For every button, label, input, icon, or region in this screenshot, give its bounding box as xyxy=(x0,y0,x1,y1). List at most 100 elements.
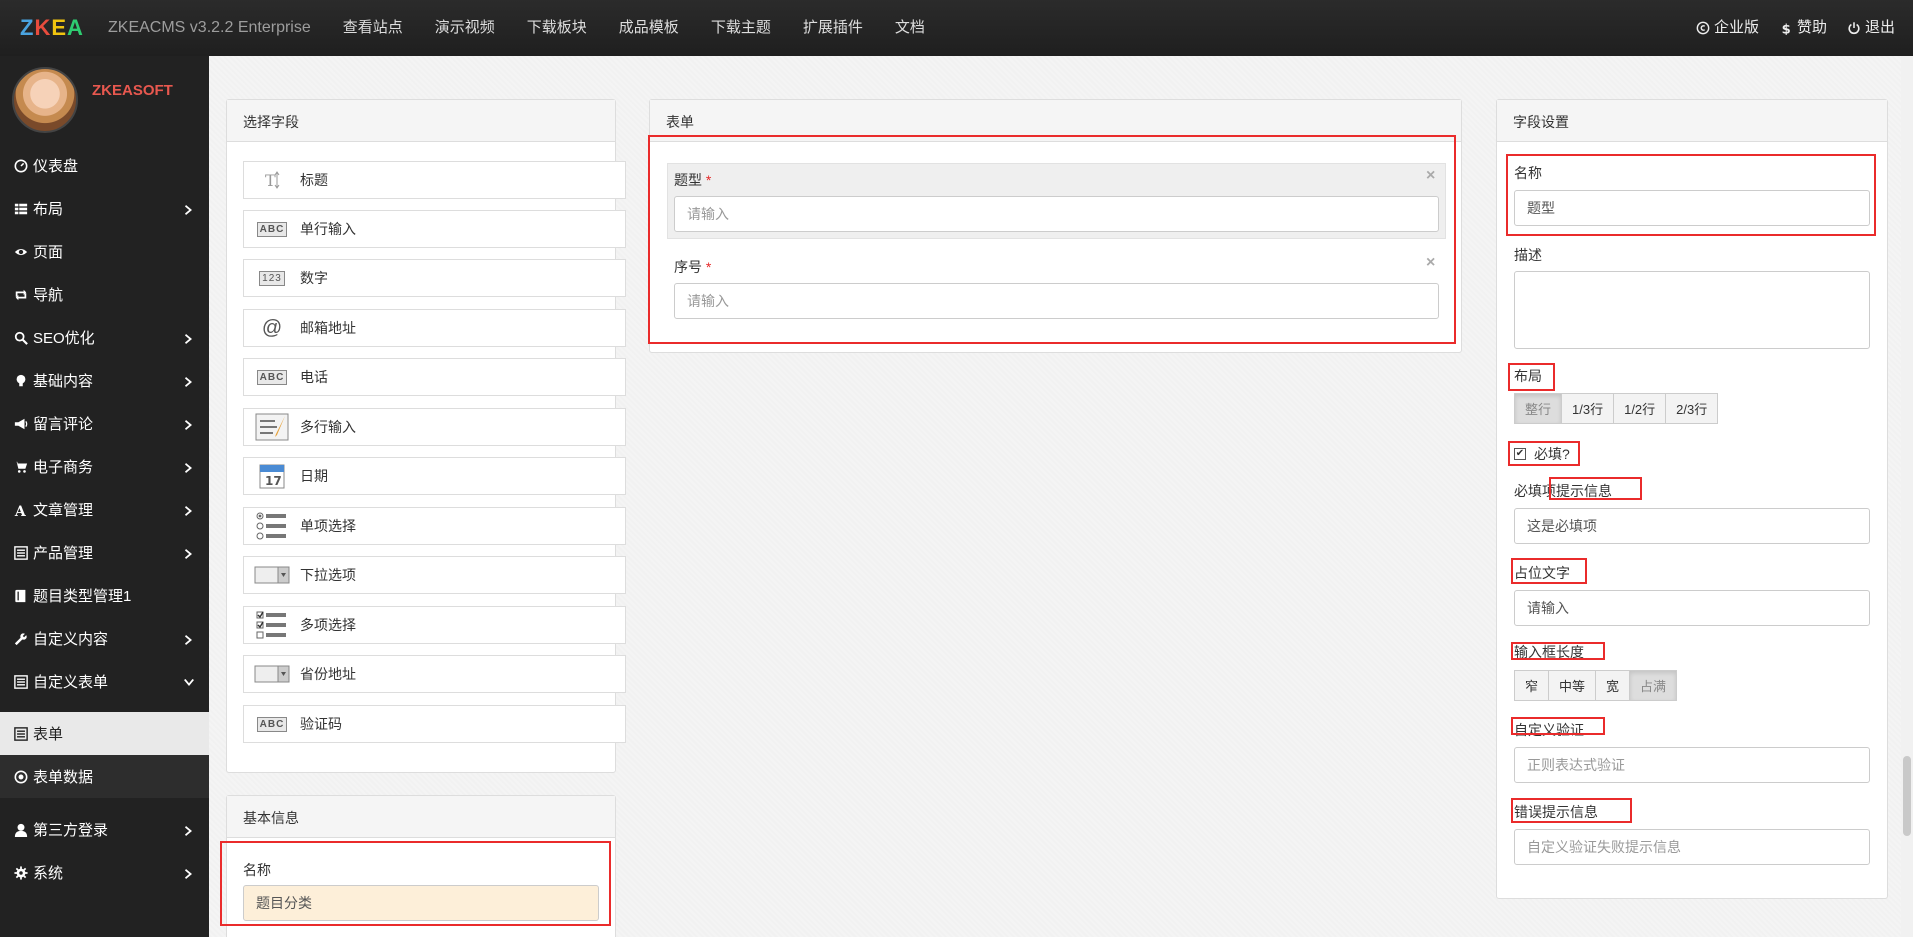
layout-button-group: 整行 1/3行 1/2行 2/3行 xyxy=(1514,393,1719,424)
retweet-icon xyxy=(15,289,27,300)
question-type-input[interactable]: 请输入 xyxy=(674,196,1439,232)
bullhorn-icon xyxy=(14,418,28,429)
field-type-phone[interactable]: ABC 电话 xyxy=(243,358,626,396)
field-type-number[interactable]: 123 数字 xyxy=(243,259,626,297)
layout-two-thirds-button[interactable]: 2/3行 xyxy=(1665,393,1719,424)
top-nav: 查看站点 演示视频 下载板块 成品模板 下载主题 扩展插件 文档 xyxy=(327,0,941,56)
enterprise-link[interactable]: 企业版 xyxy=(1686,0,1769,56)
sidebar-item-system[interactable]: 系统 xyxy=(0,851,209,894)
nav-docs[interactable]: 文档 xyxy=(879,0,941,56)
width-wide-button[interactable]: 宽 xyxy=(1595,670,1631,701)
eye-icon xyxy=(14,248,28,255)
sidebar-item-custom-forms[interactable]: 自定义表单 xyxy=(0,660,209,703)
sidebar-item-forms[interactable]: 表单 xyxy=(0,712,209,755)
username: ZKEASOFT xyxy=(92,81,173,99)
sidebar-item-form-data[interactable]: 表单数据 xyxy=(0,755,209,798)
donate-link[interactable]: $ 赞助 xyxy=(1769,0,1837,56)
nav-templates[interactable]: 成品模板 xyxy=(603,0,695,56)
logo[interactable]: ZKEA xyxy=(0,15,86,41)
sidebar-item-layout[interactable]: 布局 xyxy=(0,187,209,230)
field-type-single-line[interactable]: ABC 单行输入 xyxy=(243,210,626,248)
form-name-input[interactable]: 题目分类 xyxy=(243,885,599,921)
sidebar-item-page[interactable]: 页面 xyxy=(0,230,209,273)
chevron-right-icon xyxy=(185,462,192,473)
sidebar-item-label: 文章管理 xyxy=(33,502,94,519)
abc-input-icon: ABC xyxy=(254,713,290,735)
nav-download-themes[interactable]: 下载主题 xyxy=(695,0,787,56)
chevron-right-icon xyxy=(185,204,192,215)
sidebar-item-comments[interactable]: 留言评论 xyxy=(0,402,209,445)
sidebar-item-third-party-login[interactable]: 第三方登录 xyxy=(0,808,209,851)
required-checkbox-row[interactable]: ✔ 必填? xyxy=(1514,444,1570,464)
field-name-input[interactable]: 题型 xyxy=(1514,190,1870,226)
field-type-multi-line[interactable]: 多行输入 xyxy=(243,408,626,446)
field-type-label: 标题 xyxy=(300,172,328,188)
dashboard-icon xyxy=(14,159,28,172)
layout-half-button[interactable]: 1/2行 xyxy=(1613,393,1667,424)
name-label: 名称 xyxy=(1514,165,1542,181)
radio-list-icon xyxy=(254,512,290,540)
field-label-text: 序号 xyxy=(674,259,702,275)
field-label-text: 题型 xyxy=(674,172,702,188)
sidebar-item-seo[interactable]: SEO优化 xyxy=(0,316,209,359)
field-type-province-address[interactable]: 省份地址 xyxy=(243,655,626,693)
width-medium-button[interactable]: 中等 xyxy=(1548,670,1597,701)
nav-view-site[interactable]: 查看站点 xyxy=(327,0,419,56)
logout-link[interactable]: 退出 xyxy=(1837,0,1905,56)
sidebar-item-navigation[interactable]: 导航 xyxy=(0,273,209,316)
field-type-label: 数字 xyxy=(300,270,328,286)
scrollbar-thumb[interactable] xyxy=(1903,756,1911,836)
sidebar-item-dashboard[interactable]: 仪表盘 xyxy=(0,144,209,187)
sidebar-item-products[interactable]: 产品管理 xyxy=(0,531,209,574)
description-textarea[interactable] xyxy=(1514,271,1870,349)
field-type-radio[interactable]: 单项选择 xyxy=(243,507,626,545)
nav-download-blocks[interactable]: 下载板块 xyxy=(511,0,603,56)
layout-label: 布局 xyxy=(1514,368,1542,384)
error-message-input[interactable]: 自定义验证失败提示信息 xyxy=(1514,829,1870,865)
sidebar-item-basic-content[interactable]: 基础内容 xyxy=(0,359,209,402)
book-icon xyxy=(15,589,26,602)
sidebar-item-label: 电子商务 xyxy=(33,459,94,476)
nav-demo-video[interactable]: 演示视频 xyxy=(419,0,511,56)
field-type-dropdown[interactable]: 下拉选项 xyxy=(243,556,626,594)
custom-validation-input[interactable]: 正则表达式验证 xyxy=(1514,747,1870,783)
sidebar-item-label: 基础内容 xyxy=(33,373,94,390)
sidebar-item-question-types[interactable]: 题目类型管理1 xyxy=(0,574,209,617)
required-message-input[interactable]: 这是必填项 xyxy=(1514,508,1870,544)
wrench-icon xyxy=(14,632,27,645)
sidebar-item-custom-content[interactable]: 自定义内容 xyxy=(0,617,209,660)
width-full-button[interactable]: 占满 xyxy=(1629,670,1678,701)
field-type-date[interactable]: 17 日期 xyxy=(243,457,626,495)
required-checkbox[interactable]: ✔ xyxy=(1514,448,1526,460)
layout-one-third-button[interactable]: 1/3行 xyxy=(1561,393,1615,424)
page-scrollbar[interactable] xyxy=(1901,56,1913,937)
avatar[interactable] xyxy=(12,67,78,133)
sidebar-item-articles[interactable]: A 文章管理 xyxy=(0,488,209,531)
dropdown-select-icon xyxy=(254,564,290,586)
field-type-checkbox[interactable]: 多项选择 xyxy=(243,606,626,644)
width-narrow-button[interactable]: 窄 xyxy=(1514,670,1550,701)
sequence-number-input[interactable]: 请输入 xyxy=(674,283,1439,319)
sidebar-menu: 仪表盘 布局 页面 导航 SEO优化 基础内容 留言评论 电子商务 A 文章管理 … xyxy=(0,144,209,894)
placeholder-input[interactable]: 请输入 xyxy=(1514,590,1870,626)
field-type-label: 多项选择 xyxy=(300,617,356,633)
checkbox-list-icon xyxy=(254,611,290,639)
field-type-label: 验证码 xyxy=(300,716,342,732)
sidebar-item-ecommerce[interactable]: 电子商务 xyxy=(0,445,209,488)
chevron-right-icon xyxy=(185,419,192,430)
name-label: 名称 xyxy=(243,862,271,878)
remove-field-button[interactable]: × xyxy=(1426,167,1435,185)
nav-plugins[interactable]: 扩展插件 xyxy=(787,0,879,56)
power-icon xyxy=(1848,22,1860,35)
field-type-label: 电话 xyxy=(300,369,328,385)
at-sign-icon: @ xyxy=(261,316,283,339)
remove-field-button[interactable]: × xyxy=(1426,254,1435,272)
dropdown-select-icon xyxy=(254,663,290,685)
field-settings-panel: 字段设置 名称 题型 描述 布局 整行 1/3行 1/2行 2/3行 ✔ 必填?… xyxy=(1496,99,1888,899)
field-type-captcha[interactable]: ABC 验证码 xyxy=(243,705,626,743)
field-type-title[interactable]: T 标题 xyxy=(243,161,626,199)
layout-full-row-button[interactable]: 整行 xyxy=(1514,393,1563,424)
field-type-email[interactable]: @ 邮箱地址 xyxy=(243,309,626,347)
field-type-label: 省份地址 xyxy=(300,666,356,682)
abc-input-icon: ABC xyxy=(254,366,290,388)
